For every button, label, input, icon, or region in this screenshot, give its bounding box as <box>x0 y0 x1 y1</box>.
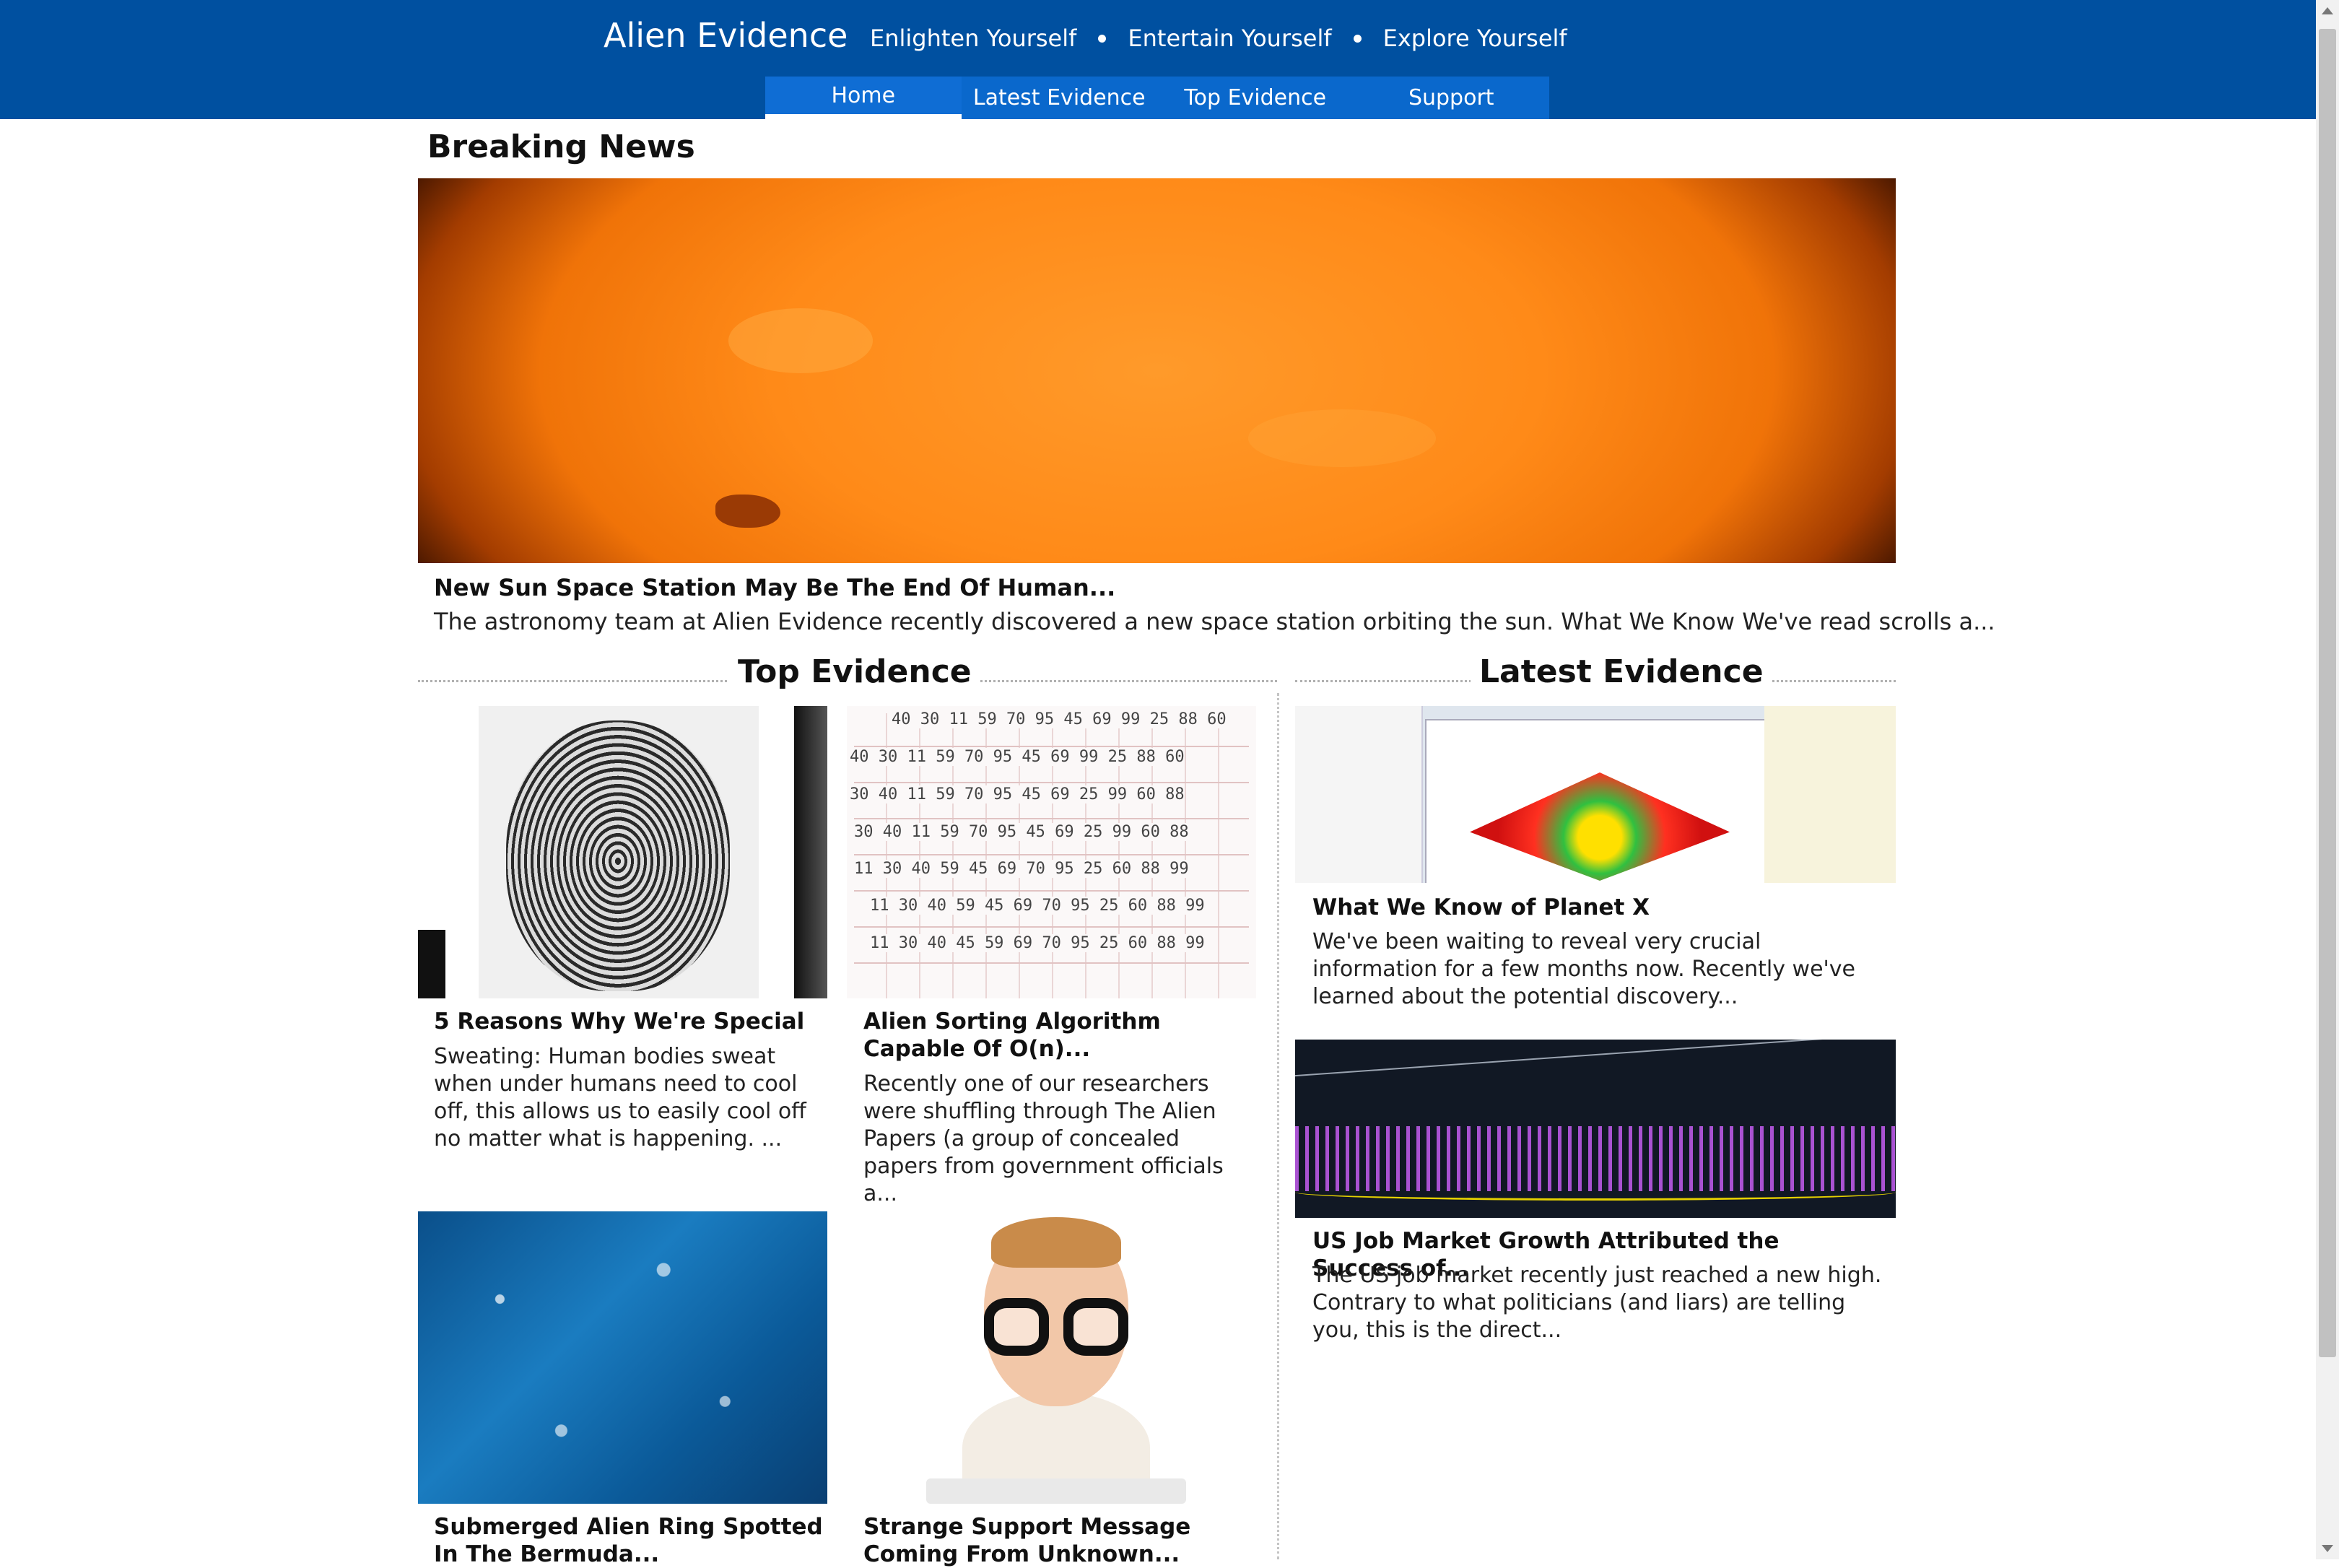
card-title[interactable]: What We Know of Planet X <box>1312 894 1883 921</box>
fingerprint-image[interactable] <box>418 706 827 998</box>
sort-row: 30 40 11 59 70 95 45 69 25 99 60 88 <box>854 823 1189 841</box>
card-title[interactable]: Submerged Alien Ring Spotted In The Berm… <box>434 1513 824 1568</box>
code-panel <box>1295 706 1423 883</box>
tagline-entertain[interactable]: Entertain Yourself <box>1128 25 1331 52</box>
nav-tab-home[interactable]: Home <box>765 77 962 119</box>
card-title[interactable]: Alien Sorting Algorithm Capable Of O(n).… <box>863 1008 1253 1063</box>
card-title[interactable]: 5 Reasons Why We're Special <box>434 1008 824 1035</box>
breaking-news-heading: Breaking News <box>427 129 695 165</box>
scrollbar-thumb[interactable] <box>2319 29 2336 1357</box>
sort-row: 40 30 11 59 70 95 45 69 99 25 88 60 <box>892 710 1227 728</box>
breaking-news-image[interactable] <box>418 178 1896 563</box>
scroll-down-icon[interactable] <box>2322 1545 2333 1552</box>
fingerprint-icon <box>506 720 730 991</box>
card-description: We've been waiting to reveal very crucia… <box>1312 929 1855 1009</box>
sort-row: 11 30 40 59 45 69 70 95 25 60 88 99 <box>870 897 1205 915</box>
nerd-hair <box>991 1217 1121 1268</box>
site-header: Alien Evidence Enlighten Yourself Entert… <box>0 0 2316 119</box>
nerd-image[interactable] <box>847 1211 1256 1504</box>
planet-x-screenshot[interactable] <box>1295 706 1896 883</box>
tagline-enlighten[interactable]: Enlighten Yourself <box>870 25 1076 52</box>
chart-bars <box>1295 1126 1896 1191</box>
site-logo[interactable]: Alien Evidence <box>604 16 848 55</box>
sort-row: 30 40 11 59 70 95 45 69 25 99 60 88 <box>850 785 1185 803</box>
main-nav: Home Latest Evidence Top Evidence Suppor… <box>765 77 1549 119</box>
image-edge <box>794 706 827 998</box>
glasses-icon <box>1063 1298 1128 1356</box>
sort-row: 11 30 40 45 59 69 70 95 25 60 88 99 <box>870 934 1205 952</box>
sort-row: 40 30 11 59 70 95 45 69 99 25 88 60 <box>850 748 1185 766</box>
fingerprint-backdrop <box>479 706 759 998</box>
card-description: Recently one of our researchers were shu… <box>863 1071 1224 1206</box>
card-description: The US job market recently just reached … <box>1312 1263 1882 1343</box>
nav-tab-latest-evidence[interactable]: Latest Evidence <box>962 77 1158 119</box>
ocean-image[interactable] <box>418 1211 827 1504</box>
card-description: Sweating: Human bodies sweat when under … <box>434 1044 806 1151</box>
side-panel <box>1764 706 1896 883</box>
bullet-icon <box>1098 34 1107 43</box>
surface-plot <box>1470 772 1730 881</box>
sun-texture <box>1248 409 1436 467</box>
sorting-diagram-image[interactable]: 40 30 11 59 70 95 45 69 99 25 88 60 40 3… <box>847 706 1256 998</box>
page-scrollbar[interactable] <box>2316 0 2339 1559</box>
sort-row: 11 30 40 59 45 69 70 95 25 60 88 99 <box>854 860 1189 878</box>
column-divider <box>1277 693 1279 1559</box>
tagline: Enlighten Yourself Entertain Yourself Ex… <box>870 25 1567 52</box>
image-edge <box>418 930 445 998</box>
card-title[interactable]: Strange Support Message Coming From Unkn… <box>863 1513 1253 1568</box>
keyboard-icon <box>926 1478 1186 1504</box>
scroll-up-icon[interactable] <box>2322 7 2333 14</box>
bullet-icon <box>1353 34 1362 43</box>
breaking-news-title[interactable]: New Sun Space Station May Be The End Of … <box>434 574 1115 601</box>
sun-spot <box>715 495 780 528</box>
sun-texture <box>728 308 873 373</box>
breaking-news-description: The astronomy team at Alien Evidence rec… <box>434 608 1995 635</box>
nav-tab-top-evidence[interactable]: Top Evidence <box>1157 77 1354 119</box>
nav-tab-support[interactable]: Support <box>1354 77 1550 119</box>
glasses-icon <box>984 1298 1049 1356</box>
latest-evidence-heading: Latest Evidence <box>1471 653 1772 690</box>
indicator-line <box>1295 1184 1896 1201</box>
plot-window <box>1425 719 1767 883</box>
tagline-explore[interactable]: Explore Yourself <box>1383 25 1567 52</box>
top-evidence-heading: Top Evidence <box>729 653 980 690</box>
stock-chart-image[interactable] <box>1295 1040 1896 1218</box>
